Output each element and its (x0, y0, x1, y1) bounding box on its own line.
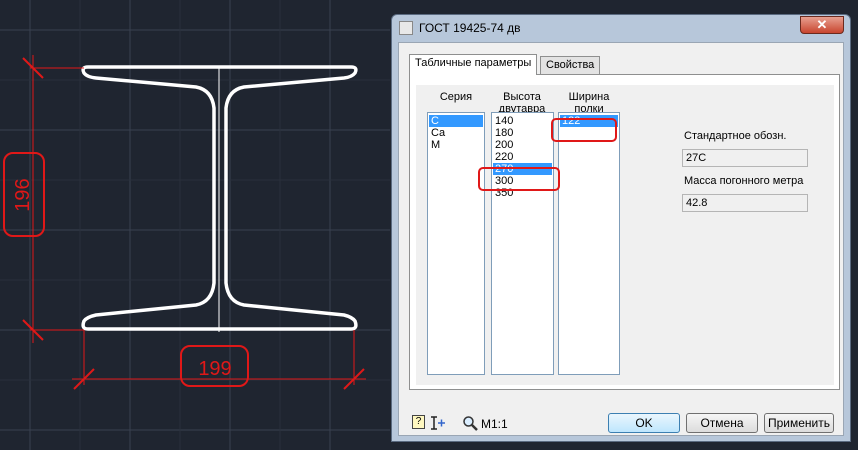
series-list[interactable]: C Ca M (427, 112, 485, 375)
tab-properties[interactable]: Свойства (540, 56, 601, 74)
pick-point-icon[interactable] (430, 415, 446, 431)
zoom-icon[interactable] (462, 415, 478, 431)
close-button[interactable]: ✕ (800, 16, 844, 34)
list-item[interactable]: 200 (493, 139, 552, 151)
tab-table-params[interactable]: Табличные параметры (409, 54, 538, 75)
help-icon[interactable]: ? (412, 415, 425, 429)
height-selection-highlight (478, 167, 560, 191)
list-item[interactable]: 180 (493, 127, 552, 139)
list-item[interactable]: 220 (493, 151, 552, 163)
designation-label: Стандартное обозн. (684, 130, 787, 142)
width-dimension-text: 199 (198, 358, 231, 380)
height-list[interactable]: 140 180 200 220 270 300 350 (491, 112, 554, 375)
app-icon (399, 21, 413, 35)
list-item[interactable]: Ca (429, 127, 483, 139)
mass-label: Масса погонного метра (684, 175, 804, 187)
scale-label: M1:1 (481, 417, 508, 431)
apply-button[interactable]: Применить (764, 413, 834, 433)
height-dimension-text: 196 (12, 178, 34, 211)
width-list[interactable]: 122 (558, 112, 620, 375)
tab-panel: Серия C Ca M Высота двутавра 140 180 200… (409, 74, 840, 390)
cancel-button[interactable]: Отмена (686, 413, 758, 433)
width-header-line1: Ширина (568, 91, 610, 103)
list-item[interactable]: 140 (493, 115, 552, 127)
designation-field: 27C (682, 149, 808, 167)
width-selection-highlight (551, 118, 617, 142)
gost-dialog: ГОСТ 19425-74 дв ✕ Табличные параметры С… (391, 14, 851, 442)
dialog-client: Табличные параметры Свойства Серия C Ca … (398, 42, 844, 436)
mass-field: 42.8 (682, 194, 808, 212)
dialog-title: ГОСТ 19425-74 дв (419, 21, 521, 35)
list-item[interactable]: M (429, 139, 483, 151)
params-area: Серия C Ca M Высота двутавра 140 180 200… (416, 85, 834, 385)
ok-button[interactable]: OK (608, 413, 680, 433)
list-item[interactable]: C (429, 115, 483, 127)
height-header-line1: Высота (503, 91, 541, 103)
series-header: Серия (439, 91, 473, 103)
dialog-titlebar[interactable]: ГОСТ 19425-74 дв ✕ (392, 15, 850, 41)
